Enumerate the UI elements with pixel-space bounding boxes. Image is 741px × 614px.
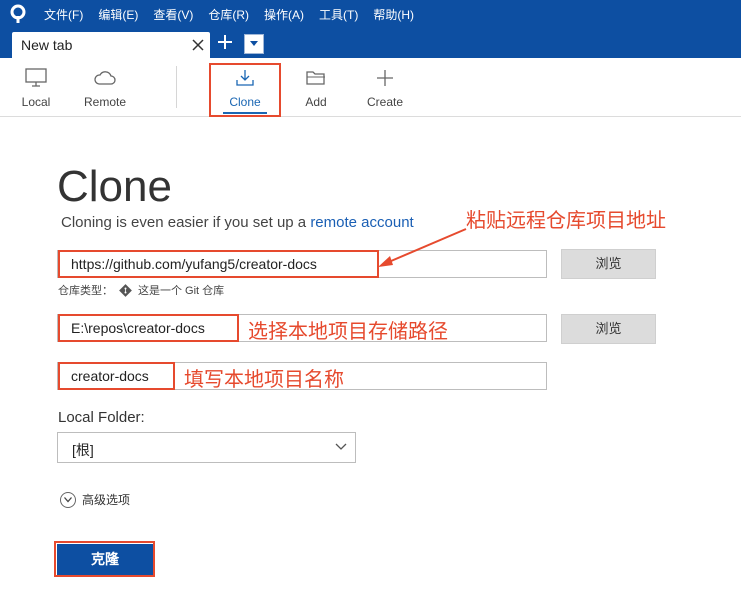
browse-source-button[interactable]: 浏览	[561, 249, 656, 279]
clone-tool-highlight	[209, 63, 281, 117]
browse-destination-button[interactable]: 浏览	[561, 314, 656, 344]
cloud-icon	[94, 71, 116, 85]
source-url-highlight	[58, 250, 379, 278]
page-title: Clone	[57, 162, 172, 211]
chevron-down-icon	[335, 443, 347, 450]
menu-edit[interactable]: 编辑(E)	[98, 6, 138, 23]
repo-type-value: 这是一个 Git 仓库	[138, 285, 225, 297]
local-folder-value: [根]	[72, 442, 94, 458]
expand-circle-icon	[60, 491, 76, 508]
name-highlight	[58, 362, 175, 390]
folder-icon	[306, 71, 325, 85]
repo-type-info: 仓库类型： 这是一个 Git 仓库	[58, 282, 224, 298]
create-tool-label: Create	[366, 95, 404, 109]
local-folder-select[interactable]: [根]	[57, 432, 356, 463]
clone-button-highlight	[54, 541, 155, 577]
advanced-options-label: 高级选项	[82, 493, 131, 507]
tab-new-tab[interactable]: New tab	[12, 32, 210, 58]
add-tool-label: Add	[305, 95, 327, 109]
repo-type-prefix: 仓库类型：	[58, 285, 113, 297]
annotation-arrow-icon	[378, 228, 467, 267]
name-annotation: 填写本地项目名称	[184, 369, 344, 391]
monitor-icon	[25, 68, 47, 87]
tab-strip: New tab	[0, 28, 741, 58]
local-button[interactable]: Local	[6, 58, 66, 116]
local-label: Local	[21, 95, 51, 109]
remote-label: Remote	[83, 95, 127, 109]
close-icon[interactable]	[192, 38, 204, 51]
remote-button[interactable]: Remote	[75, 58, 135, 116]
add-tab-icon[interactable]	[216, 33, 234, 51]
page-subtitle: Cloning is even easier if you set up a r…	[61, 214, 414, 231]
add-tool-button[interactable]: Add	[286, 58, 346, 116]
destination-path-highlight	[58, 314, 239, 342]
create-tool-button[interactable]: Create	[355, 58, 415, 116]
toolbar-divider	[176, 66, 177, 108]
local-folder-label: Local Folder:	[58, 409, 145, 426]
menu-tools[interactable]: 工具(T)	[319, 6, 358, 23]
toolbar: Local Remote Clone Add Create	[0, 58, 741, 117]
chevron-down-icon	[250, 41, 258, 46]
tab-list-dropdown[interactable]	[244, 34, 264, 54]
path-annotation: 选择本地项目存储路径	[248, 321, 448, 343]
title-bar: 文件(F) 编辑(E) 查看(V) 仓库(R) 操作(A) 工具(T) 帮助(H…	[0, 0, 741, 28]
plus-icon	[377, 70, 393, 86]
menu-help[interactable]: 帮助(H)	[373, 6, 414, 23]
subtitle-text: Cloning is even easier if you set up a	[61, 214, 311, 231]
sourcetree-logo-icon	[8, 4, 28, 24]
menu-repository[interactable]: 仓库(R)	[208, 6, 249, 23]
url-annotation: 粘贴远程仓库项目地址	[466, 210, 666, 232]
advanced-options-toggle[interactable]: 高级选项	[60, 491, 130, 508]
menu-actions[interactable]: 操作(A)	[264, 6, 304, 23]
menu-view[interactable]: 查看(V)	[153, 6, 193, 23]
menu-file[interactable]: 文件(F)	[44, 6, 83, 23]
git-icon	[119, 283, 132, 297]
menu-bar: 文件(F) 编辑(E) 查看(V) 仓库(R) 操作(A) 工具(T) 帮助(H…	[44, 0, 429, 28]
tab-label: New tab	[21, 37, 73, 53]
